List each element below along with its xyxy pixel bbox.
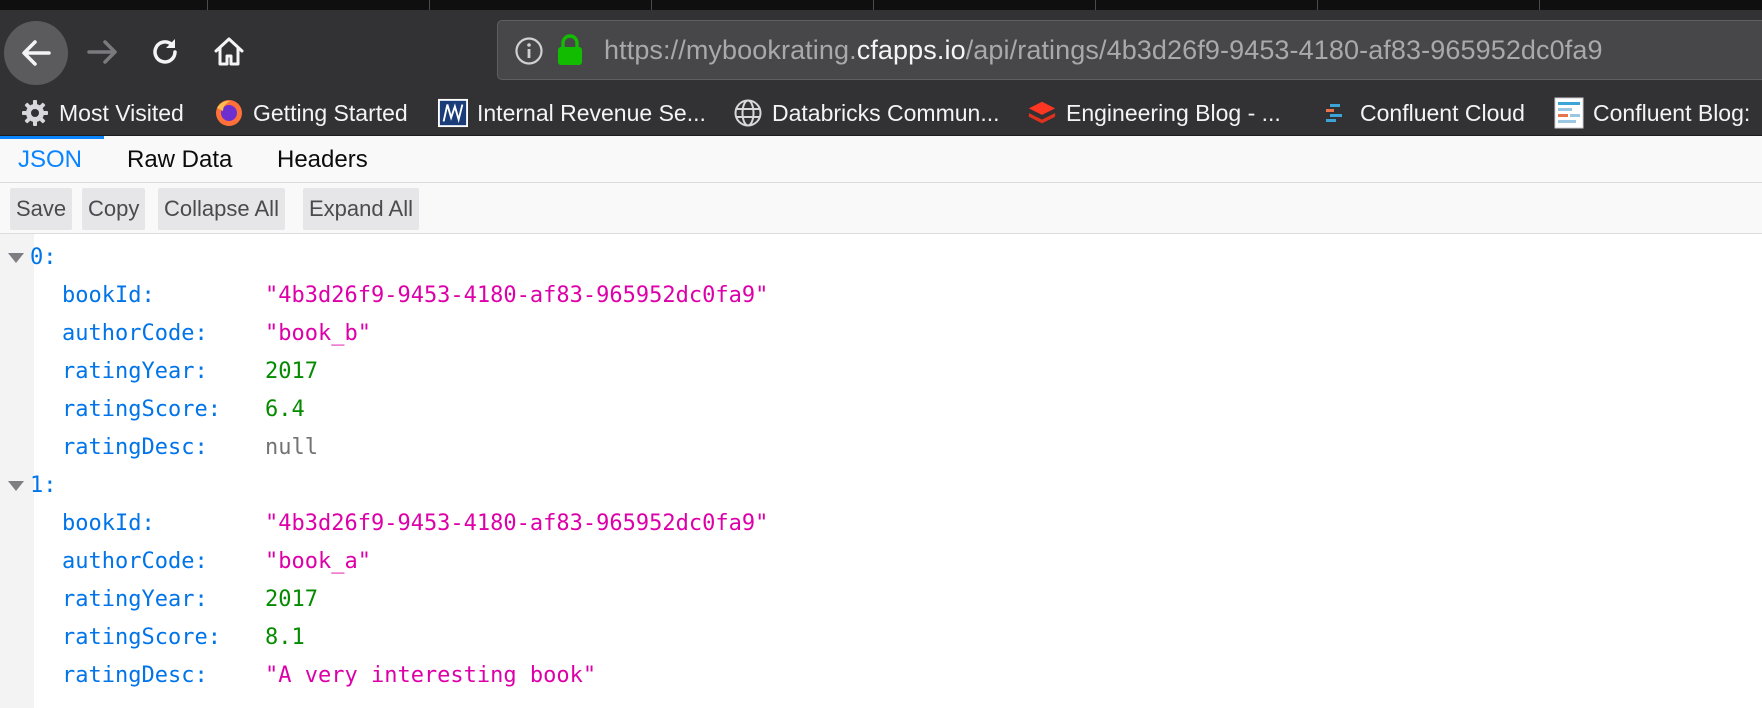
document-icon [1554, 97, 1584, 129]
json-key: ratingDesc: [62, 663, 208, 688]
bookmark-label: Most Visited [59, 99, 184, 126]
back-arrow-icon [22, 40, 51, 66]
url-domain: cfapps.io [856, 35, 966, 65]
url-text[interactable]: https://mybookrating.cfapps.io/api/ratin… [604, 21, 1603, 79]
forward-button[interactable] [78, 27, 128, 77]
home-button[interactable] [204, 27, 254, 77]
reload-button[interactable] [140, 27, 190, 77]
bookmark-most-visited[interactable]: Most Visited [20, 90, 184, 136]
home-icon [214, 37, 244, 66]
json-value: null [265, 435, 318, 460]
json-value: 2017 [265, 587, 318, 612]
tab-json[interactable]: JSON [18, 136, 82, 183]
forward-arrow-icon [87, 40, 117, 64]
navigation-toolbar: https://mybookrating.cfapps.io/api/ratin… [0, 10, 1762, 90]
json-key: ratingDesc: [62, 435, 208, 460]
reload-icon [153, 39, 177, 64]
tab-separator [873, 0, 874, 10]
address-bar[interactable]: https://mybookrating.cfapps.io/api/ratin… [497, 20, 1762, 80]
expand-all-button[interactable]: Expand All [303, 188, 419, 230]
bookmark-engineering-blog[interactable]: Engineering Blog - ... [1027, 90, 1281, 136]
json-value: 8.1 [265, 625, 305, 650]
url-path: /api/ratings/4b3d26f9-9453-4180-af83-965… [965, 35, 1603, 65]
bookmark-label: Engineering Blog - ... [1066, 99, 1281, 126]
globe-icon [733, 98, 763, 128]
firefox-icon [214, 98, 244, 128]
bookmarks-toolbar: Most Visited Getting Started Internal Re… [0, 90, 1762, 136]
irs-icon [438, 98, 468, 128]
json-tree: 0: bookId: "4b3d26f9-9453-4180-af83-9659… [0, 234, 1762, 708]
bookmark-confluent-cloud[interactable]: Confluent Cloud [1321, 90, 1525, 136]
tab-separator [207, 0, 208, 10]
json-value: "book_b" [265, 321, 371, 346]
bookmark-databricks[interactable]: Databricks Commun... [733, 90, 1000, 136]
node-index: 1: [30, 473, 57, 498]
bookmark-confluent-blog[interactable]: Confluent Blog: [1554, 90, 1750, 136]
tab-separator [651, 0, 652, 10]
bookmark-label: Getting Started [253, 99, 408, 126]
tab-strip [0, 0, 1762, 10]
json-key: ratingScore: [62, 625, 221, 650]
node-index: 0: [30, 245, 57, 270]
tab-separator [1317, 0, 1318, 10]
tree-gutter [0, 234, 34, 708]
tab-separator [1539, 0, 1540, 10]
bookmark-label: Confluent Cloud [1360, 99, 1525, 126]
json-value: "A very interesting book" [265, 663, 597, 688]
bookmark-label: Databricks Commun... [772, 99, 1000, 126]
tab-separator [1095, 0, 1096, 10]
json-value: 6.4 [265, 397, 305, 422]
save-button[interactable]: Save [10, 188, 73, 230]
expand-toggle-icon[interactable] [8, 481, 24, 491]
gear-icon [20, 98, 50, 128]
json-value: "4b3d26f9-9453-4180-af83-965952dc0fa9" [265, 511, 769, 536]
bookmark-label: Internal Revenue Se... [477, 99, 706, 126]
json-viewer-tabs: JSON Raw Data Headers [0, 136, 1762, 183]
json-value: 2017 [265, 359, 318, 384]
stack-icon [1027, 98, 1057, 128]
json-value: "4b3d26f9-9453-4180-af83-965952dc0fa9" [265, 283, 769, 308]
url-prefix: https://mybookrating. [604, 35, 857, 65]
collapse-all-button[interactable]: Collapse All [158, 188, 285, 230]
back-button[interactable] [4, 21, 68, 85]
json-value: "book_a" [265, 549, 371, 574]
info-icon[interactable] [514, 36, 544, 71]
copy-button[interactable]: Copy [82, 188, 146, 230]
json-key: authorCode: [62, 321, 208, 346]
tab-headers[interactable]: Headers [277, 136, 368, 183]
confluent-icon [1321, 98, 1351, 128]
lock-icon[interactable] [556, 34, 584, 71]
json-key: ratingYear: [62, 359, 208, 384]
tab-separator [429, 0, 430, 10]
json-key: bookId: [62, 511, 155, 536]
json-key: ratingScore: [62, 397, 221, 422]
json-key: bookId: [62, 283, 155, 308]
tab-raw-data[interactable]: Raw Data [127, 136, 232, 183]
bookmark-getting-started[interactable]: Getting Started [214, 90, 408, 136]
json-key: authorCode: [62, 549, 208, 574]
expand-toggle-icon[interactable] [8, 253, 24, 263]
bookmark-label: Confluent Blog: [1593, 99, 1751, 126]
json-toolbar: Save Copy Collapse All Expand All [0, 183, 1762, 234]
bookmark-internal-revenue[interactable]: Internal Revenue Se... [438, 90, 706, 136]
json-key: ratingYear: [62, 587, 208, 612]
